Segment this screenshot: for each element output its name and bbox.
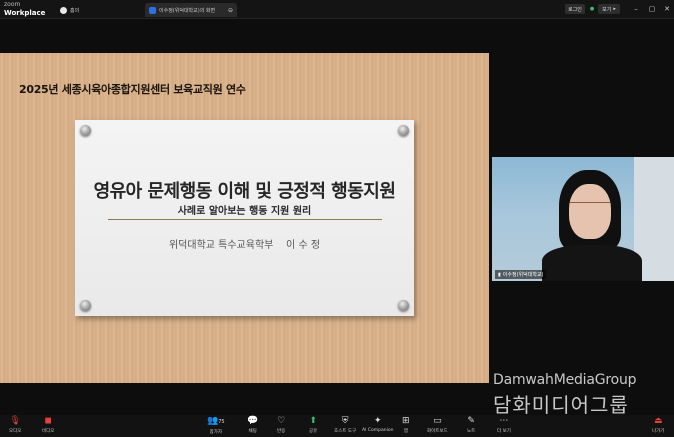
tab-screen-share[interactable]: 이수정(위덕대학교)의 화면 ⊖: [145, 3, 237, 17]
react-button[interactable]: ♡ 반응: [277, 416, 285, 434]
pin-icon: [80, 125, 91, 136]
slide-subtitle: 사례로 알아보는 행동 지원 원리: [177, 206, 312, 217]
apps-label: 앱: [403, 429, 408, 434]
maximize-icon[interactable]: ▢: [647, 4, 657, 14]
participants-button[interactable]: 👥75 참가자: [207, 416, 225, 435]
course-title: 2025년 세종시육아종합지원센터 보육교직원 연수: [19, 83, 246, 96]
video-label: 비디오: [42, 429, 55, 434]
audio-label: 오디오: [9, 429, 22, 434]
react-label: 반응: [277, 429, 286, 434]
more-icon: ⋯: [499, 416, 509, 426]
notes-icon: ✎: [467, 416, 475, 426]
title-card: 영유아 문제행동 이해 및 긍정적 행동지원 사례로 알아보는 행동 지원 원리…: [75, 120, 414, 316]
mic-muted-icon: 🎙: [9, 416, 21, 426]
divider: [108, 219, 382, 220]
participants-label: 참가자: [209, 430, 222, 435]
shield-icon[interactable]: ●: [588, 4, 596, 14]
tab-home-label: 홈의: [70, 7, 80, 14]
watermark-ko: 담화미디어그룹: [493, 393, 629, 417]
apps-icon: ⊞: [402, 416, 410, 426]
close-icon[interactable]: ✕: [662, 4, 672, 14]
leave-button[interactable]: ⏏ 나가기: [652, 416, 664, 434]
apps-button[interactable]: ⊞ 앱: [402, 416, 410, 434]
chat-label: 채팅: [248, 429, 257, 434]
brand-top: zoom: [4, 1, 21, 8]
signal-icon: ▮: [498, 271, 501, 278]
chat-icon: 💬: [247, 416, 259, 426]
ai-companion-button[interactable]: ✦ AI Companion: [362, 416, 393, 433]
participants-count: 75: [218, 419, 225, 425]
pin-icon: [398, 300, 409, 311]
minimize-icon[interactable]: –: [631, 4, 641, 14]
shared-screen: 2025년 세종시육아종합지원센터 보육교직원 연수 영유아 문제행동 이해 및…: [0, 53, 489, 383]
share-button[interactable]: ⬆ 공유: [309, 416, 317, 434]
brand-bottom: Workplace: [4, 9, 46, 17]
zoom-logo: zoom Workplace: [4, 1, 45, 17]
video-button[interactable]: ◼ 비디오: [42, 416, 54, 434]
ai-companion-label: AI Companion: [362, 428, 394, 433]
glasses: [570, 202, 610, 211]
host-tools-label: 호스트 도구: [334, 429, 357, 434]
chat-button[interactable]: 💬 채팅: [247, 416, 258, 434]
participant-namebar: ▮ 이수정(위덕대학교): [495, 270, 547, 279]
participant-body: [542, 245, 642, 281]
participant-face: [569, 184, 611, 239]
more-button[interactable]: ⋯ 더 보기: [497, 416, 511, 434]
slide-author: 위덕대학교 특수교육학부 이 수 정: [168, 240, 321, 251]
play-icon: ▸: [613, 6, 616, 12]
share-screen-icon: [149, 6, 156, 14]
whiteboard-button[interactable]: ▭ 화이트보드: [427, 416, 448, 434]
notes-label: 노트: [467, 429, 476, 434]
view-button[interactable]: 보기 ▸: [598, 4, 620, 14]
participant-video[interactable]: ▮ 이수정(위덕대학교): [492, 157, 674, 281]
share-label: 공유: [309, 429, 318, 434]
watermark: DamwahMediaGroup 담화미디어그룹: [493, 372, 637, 418]
notes-button[interactable]: ✎ 노트: [467, 416, 475, 434]
leave-label: 나가기: [652, 429, 665, 434]
share-icon: ⬆: [309, 416, 317, 426]
slide-main-title: 영유아 문제행동 이해 및 긍정적 행동지원: [93, 181, 396, 202]
pin-icon: [398, 125, 409, 136]
title-bar: zoom Workplace 홈의 이수정(위덕대학교)의 화면 ⊖ 로그인 ●…: [0, 0, 674, 19]
whiteboard-label: 화이트보드: [427, 429, 448, 434]
participants-icon: 👥75: [207, 416, 225, 426]
tab-home[interactable]: 홈의: [56, 3, 83, 17]
audio-button[interactable]: 🎙 오디오: [9, 416, 21, 434]
whiteboard-icon: ▭: [433, 416, 442, 426]
login-button[interactable]: 로그인: [565, 4, 585, 14]
pin-icon: [80, 300, 91, 311]
view-label: 보기: [602, 6, 612, 13]
participant-name: 이수정(위덕대학교): [502, 272, 544, 278]
sparkle-icon: ✦: [373, 416, 382, 426]
tab-screen-share-label: 이수정(위덕대학교)의 화면: [159, 7, 216, 14]
more-label: 더 보기: [497, 429, 511, 434]
close-tab-icon[interactable]: ⊖: [228, 7, 233, 14]
paw-icon: [60, 6, 67, 14]
leave-icon: ⏏: [653, 416, 663, 426]
login-label: 로그인: [568, 6, 582, 13]
host-tools-button[interactable]: ⛨ 호스트 도구: [334, 416, 356, 434]
meeting-toolbar: 🎙 오디오 ◼ 비디오 👥75 참가자 💬 채팅 ♡ 반응 ⬆ 공유 ⛨ 호스트…: [0, 415, 674, 437]
watermark-en: DamwahMediaGroup: [493, 372, 637, 388]
heart-icon: ♡: [277, 416, 286, 426]
host-shield-icon: ⛨: [341, 416, 349, 426]
camera-off-icon: ◼: [44, 416, 52, 426]
